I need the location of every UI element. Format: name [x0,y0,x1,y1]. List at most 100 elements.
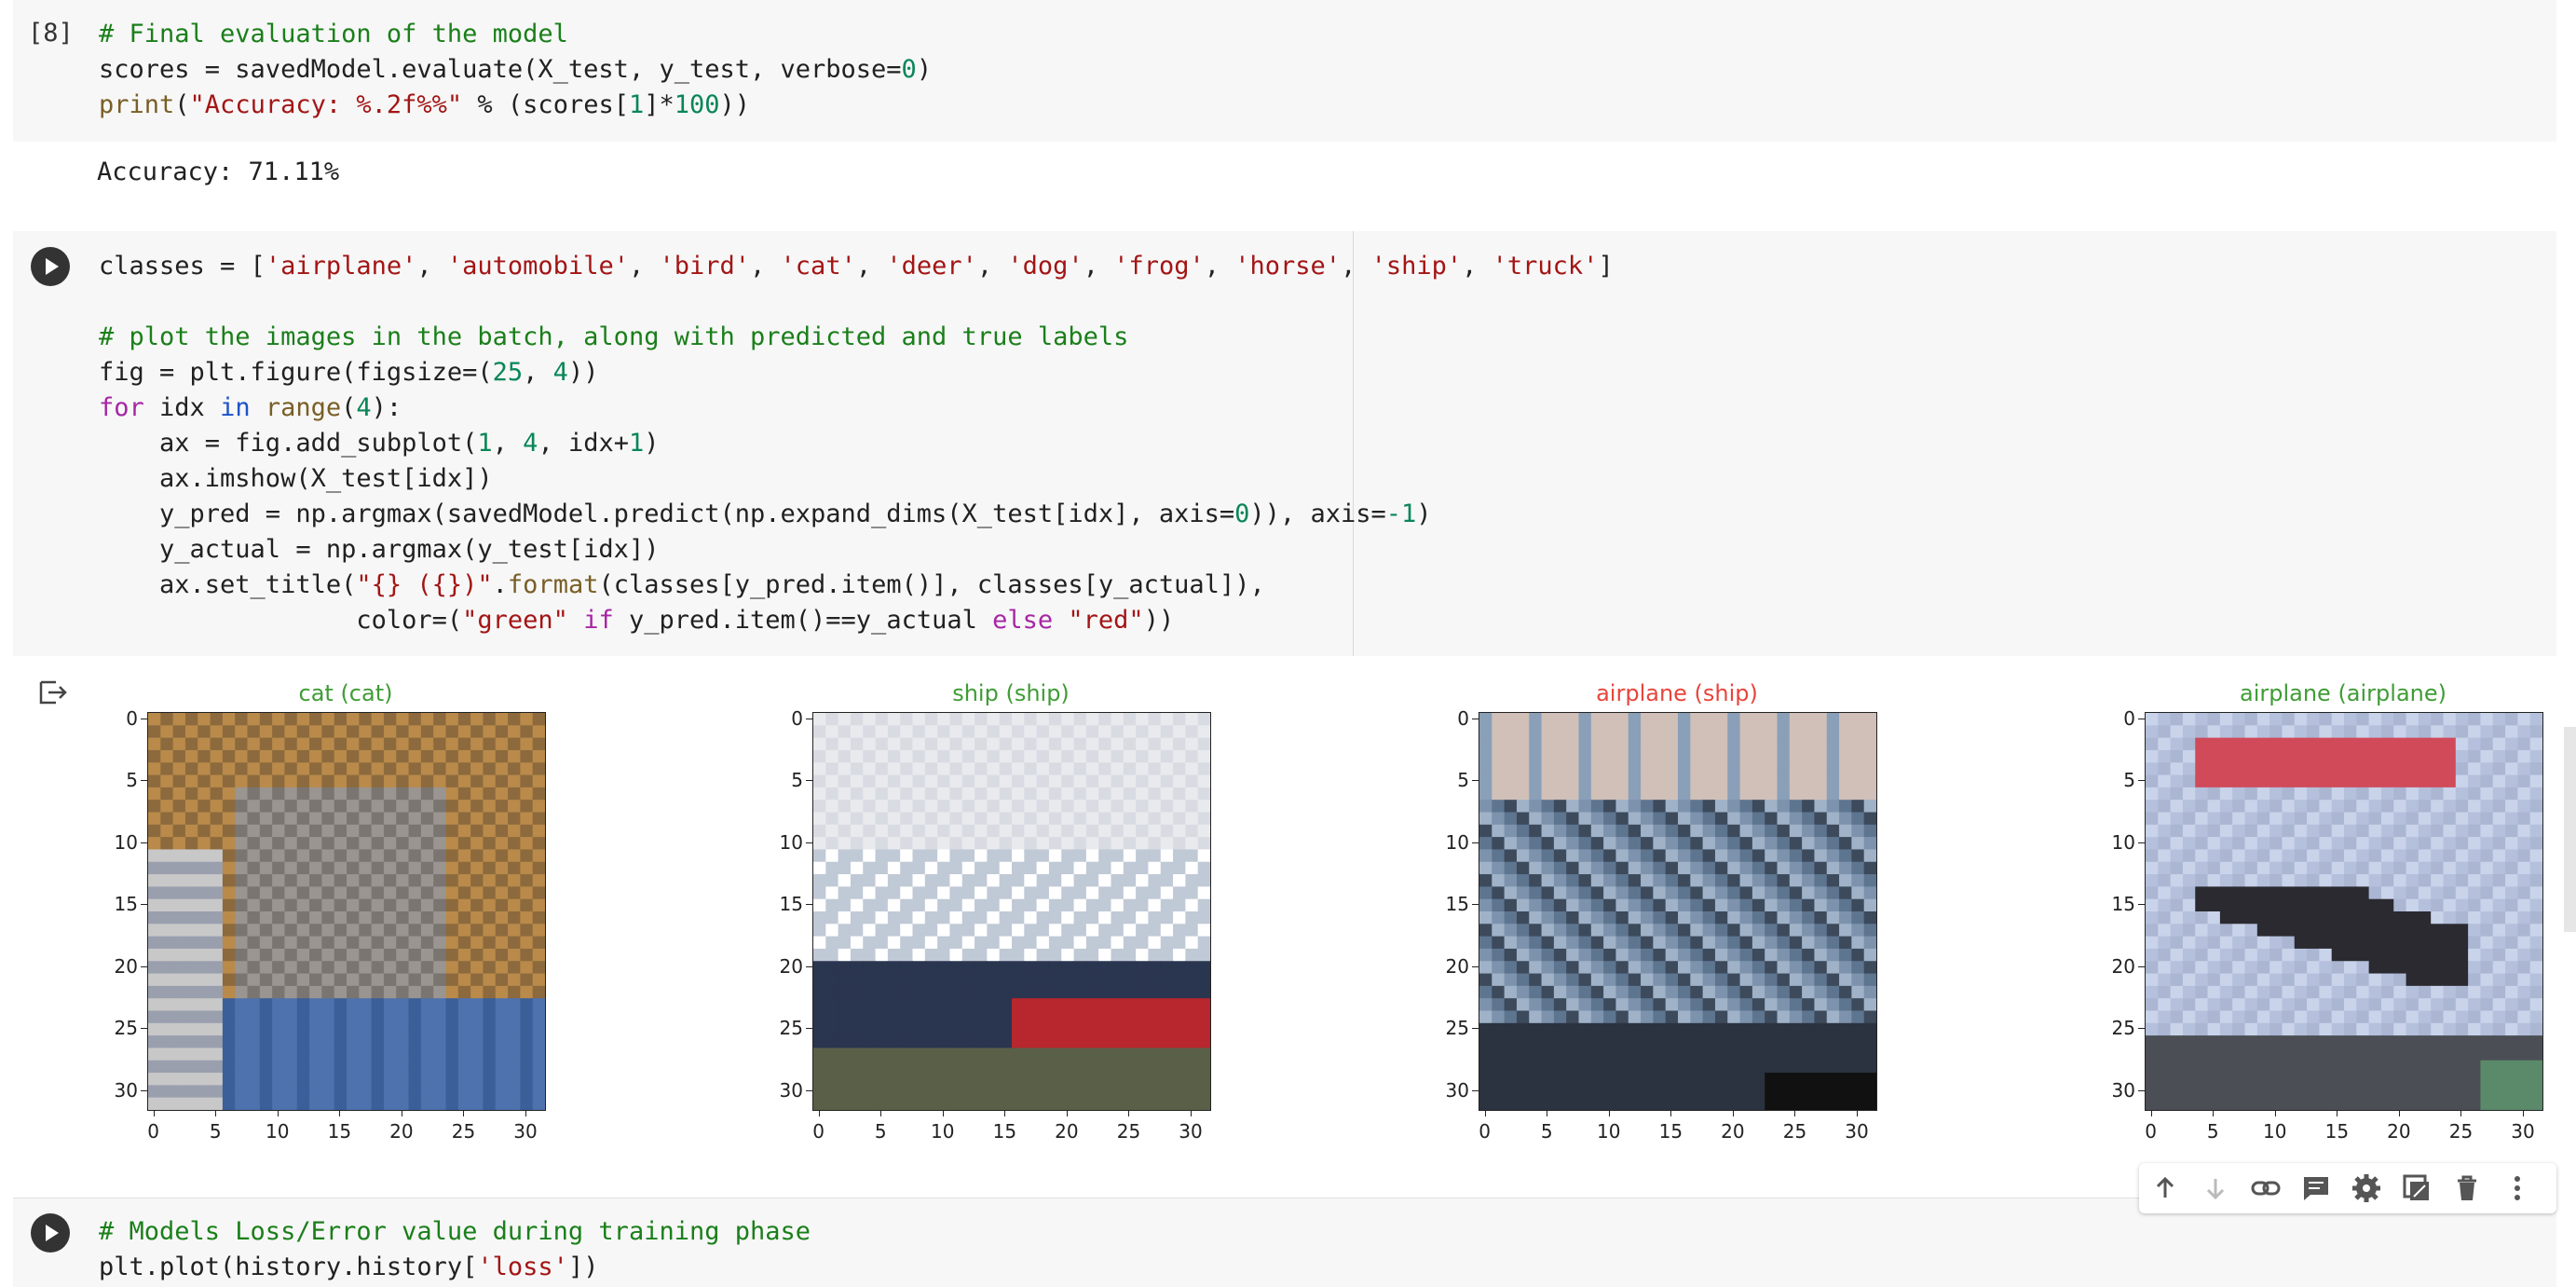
code-line[interactable]: # Models Loss/Error value during trainin… [99,1214,811,1250]
x-tick-label: 25 [451,1120,476,1143]
y-tick-label: 25 [2111,1017,2135,1040]
gear-icon[interactable] [2350,1171,2383,1205]
x-tick-mark [153,1110,155,1116]
comment-icon[interactable] [2299,1171,2333,1205]
code-line[interactable]: plt.plot(history.history['loss']) [99,1250,598,1285]
y-tick-mark [2138,904,2145,906]
x-tick-mark [880,1110,882,1116]
trash-icon[interactable] [2450,1171,2484,1205]
y-tick-label: 0 [126,706,138,730]
x-tick-mark [1670,1110,1672,1116]
y-tick-mark [2138,1028,2145,1030]
x-tick-mark [2523,1110,2525,1116]
x-tick-mark [525,1110,527,1116]
y-tick-label: 10 [2111,830,2135,854]
x-tick-label: 30 [1845,1120,1869,1143]
subplot-title: airplane (airplane) [2239,680,2447,706]
x-tick-label: 20 [2387,1120,2411,1143]
y-tick-mark [141,780,147,782]
x-tick-mark [2274,1110,2276,1116]
scrollbar-thumb[interactable] [2564,727,2576,932]
x-tick-mark [2398,1110,2400,1116]
x-tick-label: 10 [1597,1120,1621,1143]
y-tick-label: 5 [2123,769,2135,792]
y-tick-mark [2138,1090,2145,1092]
code-line[interactable]: y_actual = np.argmax(y_test[idx]) [99,532,659,568]
x-tick-mark [1128,1110,1130,1116]
x-tick-label: 10 [2263,1120,2287,1143]
y-tick-mark [806,904,812,906]
y-tick-mark [2138,842,2145,843]
x-tick-mark [215,1110,217,1116]
y-tick-label: 15 [1445,893,1469,916]
code-line[interactable]: ax.imshow(X_test[idx]) [99,461,493,497]
y-tick-label: 10 [1445,830,1469,854]
y-tick-mark [2138,965,2145,967]
code-line[interactable]: color=("green" if y_pred.item()==y_actua… [99,603,1174,638]
y-tick-label: 0 [2123,706,2135,730]
y-tick-label: 0 [1457,706,1469,730]
x-tick-mark [463,1110,465,1116]
mirror-cell-icon[interactable] [2400,1171,2433,1205]
arrow-down-icon[interactable] [2199,1171,2232,1205]
y-tick-mark [141,904,147,906]
link-icon[interactable] [2249,1171,2283,1205]
code-line[interactable]: fig = plt.figure(figsize=(25, 4)) [99,355,598,390]
x-tick-label: 30 [2511,1120,2535,1143]
code-line[interactable]: for idx in range(4): [99,390,402,426]
x-tick-label: 20 [1055,1120,1079,1143]
x-tick-label: 20 [1721,1120,1745,1143]
run-cell-button[interactable] [31,1213,70,1253]
cell-toolbar [2139,1163,2556,1213]
subplot-image [147,712,546,1111]
y-tick-mark [141,842,147,843]
arrow-up-icon[interactable] [2148,1171,2182,1205]
code-line[interactable]: classes = ['airplane', 'automobile', 'bi… [99,249,1614,284]
y-tick-mark [1472,780,1479,782]
x-tick-mark [2150,1110,2152,1116]
x-tick-mark [339,1110,341,1116]
x-tick-label: 10 [266,1120,290,1143]
x-tick-mark [1191,1110,1193,1116]
x-tick-mark [1066,1110,1068,1116]
y-tick-mark [1472,1090,1479,1092]
x-tick-label: 0 [2145,1120,2158,1143]
y-tick-mark [806,965,812,967]
y-tick-label: 25 [1445,1017,1469,1040]
y-tick-label: 20 [114,954,138,978]
y-tick-label: 5 [1457,769,1469,792]
code-line[interactable]: # plot the images in the batch, along wi… [99,320,1128,355]
x-tick-label: 5 [209,1120,222,1143]
code-line[interactable]: y_pred = np.argmax(savedModel.predict(np… [99,497,1432,532]
more-vert-icon[interactable] [2501,1171,2534,1205]
x-tick-mark [1794,1110,1796,1116]
code-line[interactable]: ax = fig.add_subplot(1, 4, idx+1) [99,426,660,461]
y-tick-mark [141,965,147,967]
cell-output-text: Accuracy: 71.11% [97,157,340,186]
x-tick-mark [942,1110,944,1116]
y-tick-label: 30 [1445,1079,1469,1102]
x-tick-mark [1732,1110,1734,1116]
x-tick-mark [2460,1110,2462,1116]
y-tick-mark [806,842,812,843]
code-line[interactable]: ax.set_title("{} ({})".format(classes[y_… [99,568,1265,603]
y-tick-label: 25 [114,1017,138,1040]
subplot-title: cat (cat) [298,680,393,706]
code-line[interactable]: print("Accuracy: %.2f%%" % (scores[1]*10… [99,88,750,123]
x-tick-mark [277,1110,279,1116]
x-tick-mark [818,1110,820,1116]
x-tick-label: 30 [1179,1120,1203,1143]
x-tick-label: 5 [1540,1120,1553,1143]
y-tick-label: 30 [779,1079,803,1102]
y-tick-mark [2138,780,2145,782]
y-tick-mark [806,1028,812,1030]
x-tick-mark [1608,1110,1610,1116]
output-redirect-icon[interactable] [37,678,69,706]
run-cell-button[interactable] [31,247,70,286]
code-line[interactable]: scores = savedModel.evaluate(X_test, y_t… [99,52,932,88]
play-icon [46,1225,59,1241]
x-tick-label: 20 [389,1120,414,1143]
x-tick-mark [1004,1110,1006,1116]
y-tick-mark [806,1090,812,1092]
code-line[interactable]: # Final evaluation of the model [99,17,568,52]
